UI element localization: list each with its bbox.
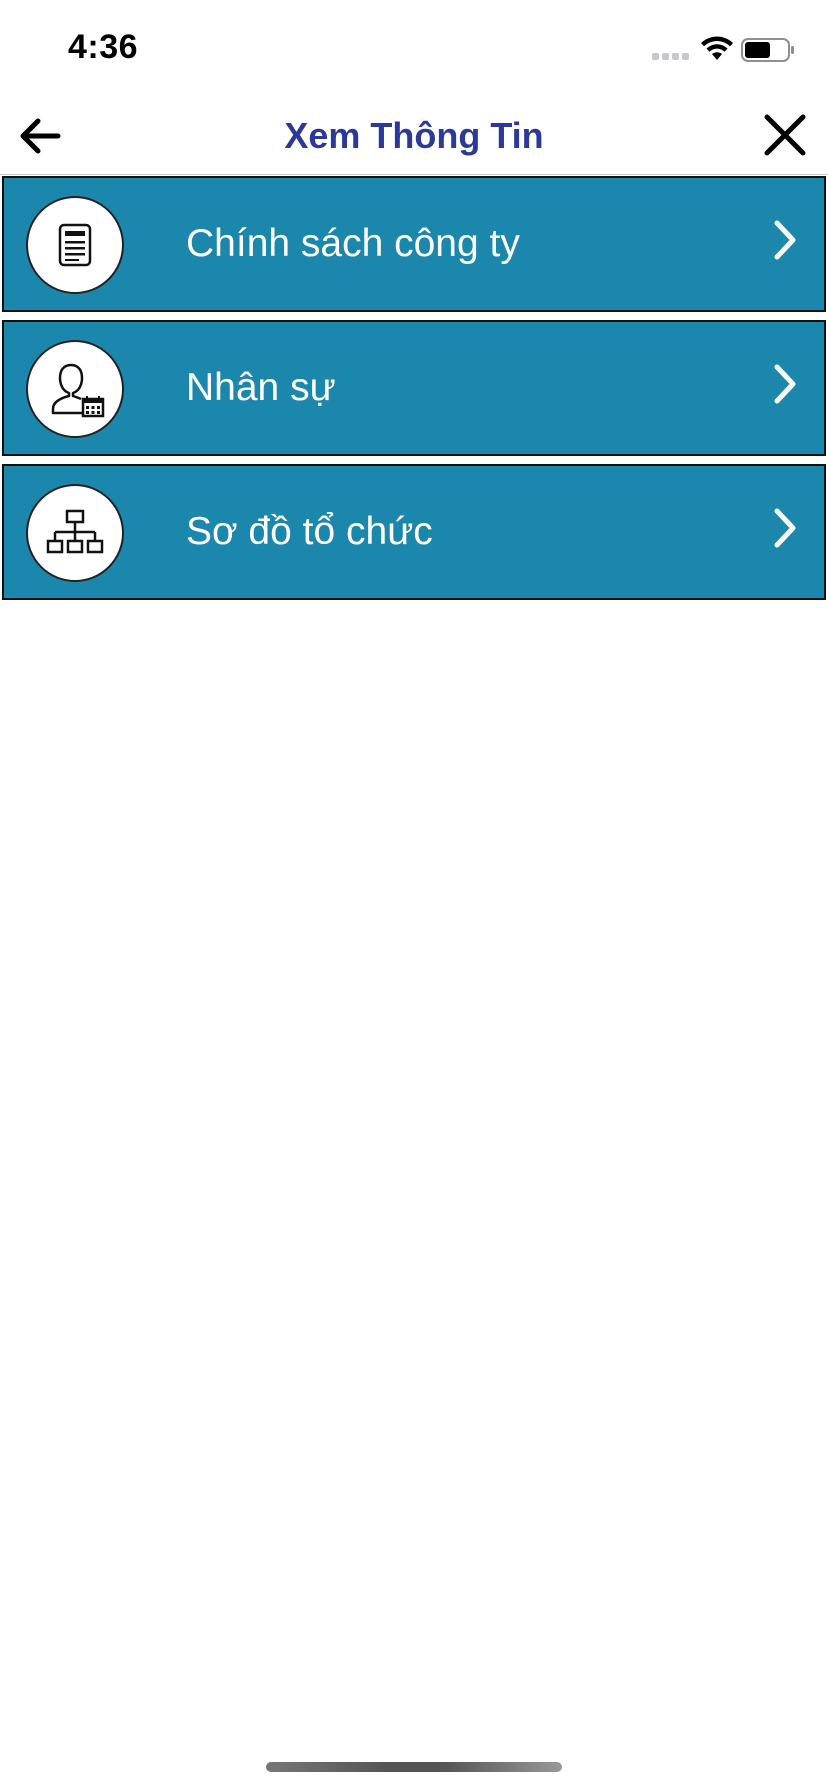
wifi-icon xyxy=(701,36,733,60)
menu-item-org-chart[interactable]: Sơ đồ tổ chức xyxy=(2,464,826,600)
close-button[interactable] xyxy=(758,108,812,162)
menu-icon-container xyxy=(26,340,124,438)
menu-icon-container xyxy=(26,484,124,582)
page-title: Xem Thông Tin xyxy=(284,115,544,156)
person-calendar-icon xyxy=(51,363,105,418)
close-icon xyxy=(764,114,806,156)
navigation-bar: Xem Thông Tin xyxy=(0,100,828,175)
menu-list: Chính sách công ty Nhân sự Sơ đồ tổ chức xyxy=(2,176,826,608)
chevron-right-icon xyxy=(774,220,796,260)
menu-item-label: Sơ đồ tổ chức xyxy=(186,510,433,553)
home-indicator[interactable] xyxy=(266,1762,562,1772)
chevron-right-icon xyxy=(774,508,796,548)
battery-icon xyxy=(741,38,794,62)
document-icon xyxy=(58,223,92,267)
menu-icon-container xyxy=(26,196,124,294)
menu-item-personnel[interactable]: Nhân sự xyxy=(2,320,826,456)
org-chart-icon xyxy=(46,509,104,554)
menu-item-label: Chính sách công ty xyxy=(186,222,520,265)
status-time: 4:36 xyxy=(68,28,139,66)
status-bar: 4:36 xyxy=(0,0,828,100)
menu-item-company-policy[interactable]: Chính sách công ty xyxy=(2,176,826,312)
chevron-right-icon xyxy=(774,364,796,404)
menu-item-label: Nhân sự xyxy=(186,366,336,409)
cellular-signal-icon xyxy=(652,53,690,61)
